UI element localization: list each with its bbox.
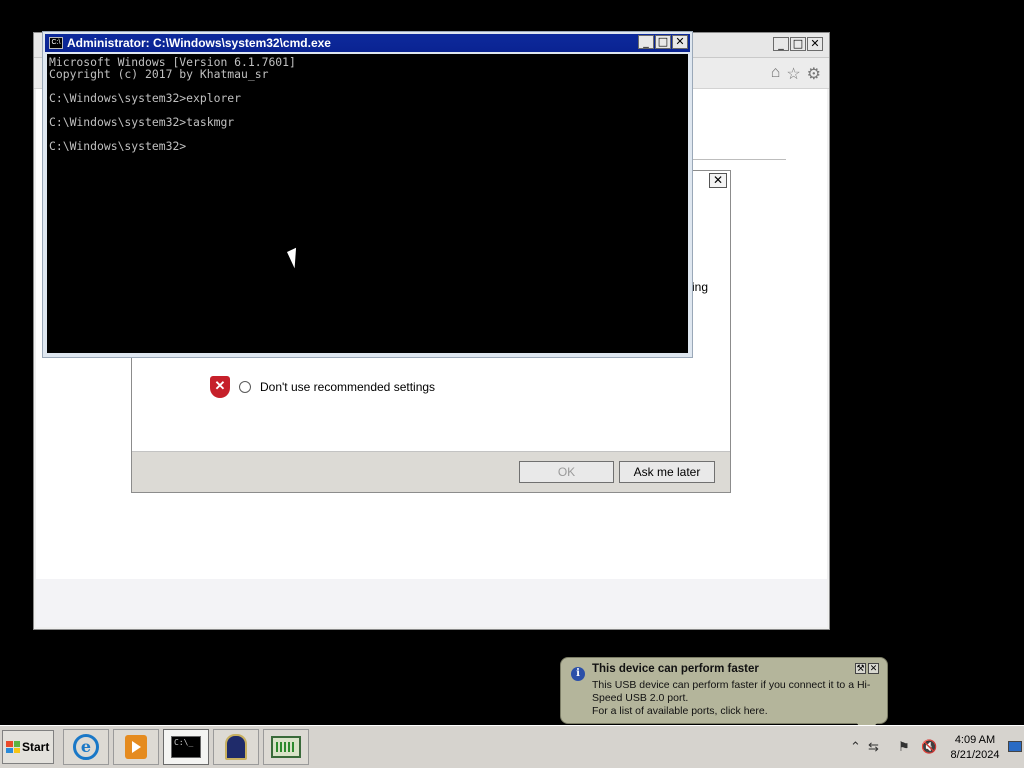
console-output[interactable]: Microsoft Windows [Version 6.1.7601] Cop… xyxy=(47,54,688,353)
show-hidden-icons-chevron-icon[interactable]: ⌃ xyxy=(850,739,861,755)
clock-time: 4:09 AM xyxy=(954,734,996,746)
notification-title: This device can perform faster xyxy=(592,663,759,675)
taskbar-media-player[interactable] xyxy=(113,729,159,765)
ie-minimize-button[interactable]: _ xyxy=(773,37,789,51)
home-icon[interactable]: ⌂ xyxy=(771,64,781,84)
taskbar-scheduler[interactable] xyxy=(213,729,259,765)
favorites-star-icon[interactable]: ☆ xyxy=(786,64,800,84)
cmd-window-icon[interactable]: C:\ xyxy=(49,37,63,49)
taskbar-internet-explorer[interactable]: e xyxy=(63,729,109,765)
dont-use-recommended-label[interactable]: Don't use recommended settings xyxy=(260,380,435,394)
dont-use-recommended-radio[interactable] xyxy=(239,381,251,393)
notification-body: This USB device can perform faster if yo… xyxy=(592,679,882,718)
action-center-flag-icon[interactable]: ⚑ xyxy=(898,739,910,755)
command-prompt-icon: C:\_ xyxy=(171,736,201,758)
task-scheduler-icon xyxy=(225,734,247,760)
ie-page-footer-area xyxy=(36,579,827,627)
notification-close-button[interactable]: ✕ xyxy=(868,663,879,674)
cmd-titlebar[interactable]: C:\ Administrator: C:\Windows\system32\c… xyxy=(45,34,690,52)
cmd-minimize-button[interactable]: _ xyxy=(638,35,654,49)
cmd-close-button[interactable]: ✕ xyxy=(672,35,688,49)
shield-warning-icon: ✕ xyxy=(210,376,230,398)
cmd-window: C:\ Administrator: C:\Windows\system32\c… xyxy=(42,31,693,358)
gear-icon[interactable]: ⚙ xyxy=(807,64,821,84)
volume-muted-icon[interactable]: 🔇 xyxy=(921,739,937,755)
ask-me-later-button[interactable]: Ask me later xyxy=(619,461,715,483)
show-desktop-icon[interactable] xyxy=(1008,741,1022,752)
dialog-footer: OK Ask me later xyxy=(132,451,730,492)
dialog-partial-text: ing xyxy=(692,280,709,294)
task-manager-icon xyxy=(271,736,301,758)
notification-options-icon[interactable]: ⚒ xyxy=(855,663,866,674)
clock-date: 8/21/2024 xyxy=(950,749,1000,761)
start-label: Start xyxy=(22,740,50,754)
info-icon: i xyxy=(571,667,585,681)
clock[interactable]: 4:09 AM 8/21/2024 xyxy=(947,733,1003,763)
taskbar-cmd[interactable]: C:\_ xyxy=(163,729,209,765)
start-button[interactable]: Start xyxy=(2,730,54,764)
dialog-close-button[interactable]: ✕ xyxy=(709,173,727,188)
cmd-maximize-button[interactable]: □ xyxy=(655,35,671,49)
cmd-window-title: Administrator: C:\Windows\system32\cmd.e… xyxy=(67,36,331,50)
ok-button[interactable]: OK xyxy=(519,461,614,483)
ie-close-button[interactable]: ✕ xyxy=(807,37,823,51)
notification-line-2[interactable]: For a list of available ports, click her… xyxy=(592,705,882,718)
taskbar: Start e C:\_ ⌃ ⇆ ⚑ 🔇 4:09 AM 8/21/2024 xyxy=(0,725,1024,768)
internet-explorer-icon: e xyxy=(73,734,99,760)
windows-logo-icon xyxy=(6,741,20,753)
system-tray: ⌃ ⇆ ⚑ 🔇 4:09 AM 8/21/2024 xyxy=(843,728,1024,767)
taskbar-task-manager[interactable] xyxy=(263,729,309,765)
dont-use-recommended-option[interactable]: ✕ Don't use recommended settings xyxy=(210,376,435,398)
usb-device-icon[interactable]: ⇆ xyxy=(868,739,879,755)
ie-maximize-button[interactable]: □ xyxy=(790,37,806,51)
notification-line-1: This USB device can perform faster if yo… xyxy=(592,679,871,704)
media-player-icon xyxy=(125,735,147,759)
usb-notification-balloon[interactable]: i This device can perform faster ⚒ ✕ Thi… xyxy=(560,657,888,737)
